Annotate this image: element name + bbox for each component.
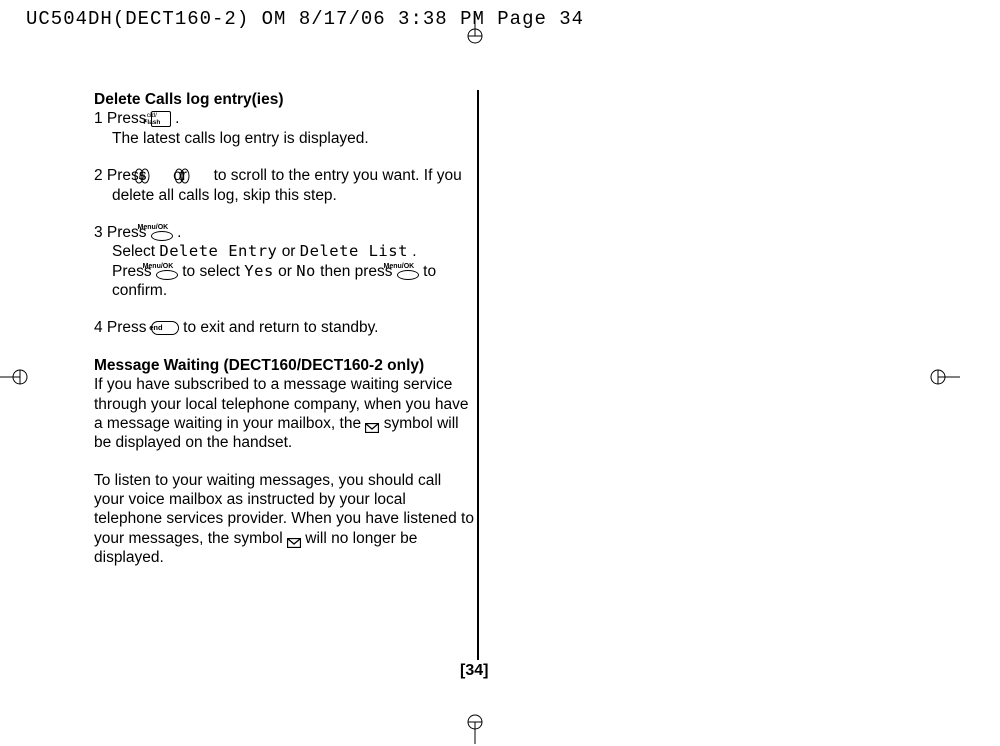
step-2: 2 Press rdl or to scroll to the entry yo… [94, 166, 474, 205]
body-text: Delete Calls log entry(ies) 1 Press cid/… [94, 90, 474, 586]
section-2-p2: To listen to your waiting messages, you … [94, 471, 474, 568]
step-1: 1 Press cid/ Flash . The latest calls lo… [94, 109, 474, 148]
cid-flash-button-icon: cid/ Flash [151, 111, 171, 127]
step-3-line3c: or [278, 263, 296, 280]
step-3-or: or [282, 243, 300, 260]
page-number: [34] [460, 662, 488, 680]
menu-ok-button-icon: Menu/OK [151, 224, 173, 241]
step-1-text-b: . [175, 110, 179, 127]
yes-label: Yes [244, 262, 274, 280]
column-divider [477, 90, 479, 660]
svg-text:rdl: rdl [139, 175, 146, 181]
menu-ok-button-icon-3: Menu/OK [397, 263, 419, 280]
step-3: 3 Press Menu/OK . Select Delete Entry or… [94, 223, 474, 301]
step-3-line2b: . [412, 243, 416, 260]
print-header: UC504DH(DECT160-2) OM 8/17/06 3:38 PM Pa… [26, 8, 584, 30]
crop-mark-top [460, 14, 480, 34]
step-4-text-b: to exit and return to standby. [183, 319, 378, 336]
crop-mark-bottom [460, 714, 480, 734]
end-button-icon: end [151, 321, 179, 335]
step-3-text-b: . [177, 224, 181, 241]
step-4-text-a: 4 Press [94, 319, 151, 336]
step-4: 4 Press end to exit and return to standb… [94, 318, 474, 337]
step-1-text-a: 1 Press [94, 110, 151, 127]
envelope-icon-2 [287, 534, 301, 544]
no-label: No [296, 262, 316, 280]
delete-entry-label: Delete Entry [159, 242, 277, 260]
section-heading-2: Message Waiting (DECT160/DECT160-2 only) [94, 356, 474, 375]
crop-mark-left [0, 362, 18, 382]
scroll-up-icon: rdl [151, 168, 169, 184]
section-heading-1: Delete Calls log entry(ies) [94, 90, 474, 109]
delete-list-label: Delete List [300, 242, 408, 260]
section-2: Message Waiting (DECT160/DECT160-2 only)… [94, 356, 474, 453]
envelope-icon [365, 419, 379, 429]
step-1-line2: The latest calls log entry is displayed. [112, 130, 369, 147]
menu-ok-button-icon-2: Menu/OK [156, 263, 178, 280]
crop-mark-right [930, 362, 950, 382]
step-3-line3b: to select [182, 263, 244, 280]
scroll-down-icon [191, 168, 209, 184]
step-3-line2a: Select [112, 243, 159, 260]
